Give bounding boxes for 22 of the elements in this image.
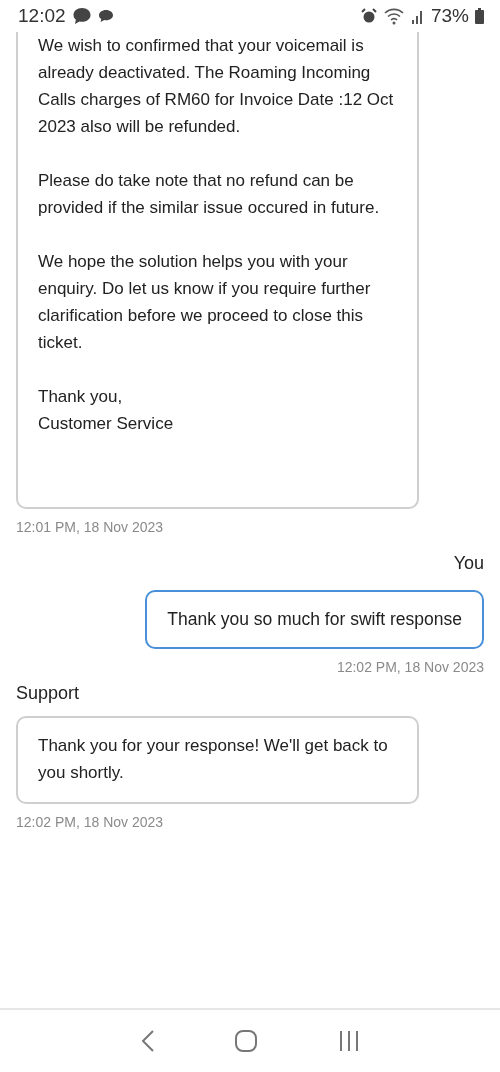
- message-text: Thank you, Customer Service: [38, 386, 175, 435]
- recent-apps-icon[interactable]: [337, 1030, 360, 1052]
- chat-bubble-icon: [97, 9, 114, 23]
- message-text: We hope the solution helps you with your enquiry. Do let us know if you require further clarification before we proceed to close this ticket.: [38, 251, 372, 354]
- back-icon[interactable]: [140, 1030, 155, 1052]
- battery-percentage: 73%: [430, 5, 469, 27]
- clock-time: 12:02: [18, 5, 66, 27]
- message-timestamp: 12:02 PM, 18 Nov 2023: [16, 814, 164, 830]
- message-text: Thank you for your response! We'll get back to you shortly.: [38, 735, 389, 784]
- message-text: Thank you so much for swift response: [167, 608, 462, 631]
- message-timestamp: 12:02 PM, 18 Nov 2023: [336, 659, 484, 675]
- wifi-icon: [382, 7, 405, 25]
- alarm-icon: [360, 8, 377, 24]
- battery-icon: [475, 8, 484, 24]
- message-timestamp: 12:01 PM, 18 Nov 2023: [16, 519, 164, 535]
- signal-icon: [410, 8, 425, 24]
- sender-name: You: [453, 553, 484, 574]
- chat-bubble-icon: [71, 7, 92, 25]
- home-icon[interactable]: [235, 1030, 257, 1052]
- message-text: Please do take note that no refund can be provided if the similar issue occured in future.: [38, 170, 381, 219]
- message-text: We wish to confirmed that your voicemail is already deactivated. The Roaming Incoming Calls charges of RM60 for Invoice Date :12 Oct 2023 also will be refunded.: [38, 35, 395, 138]
- sender-name: Support: [16, 683, 80, 704]
